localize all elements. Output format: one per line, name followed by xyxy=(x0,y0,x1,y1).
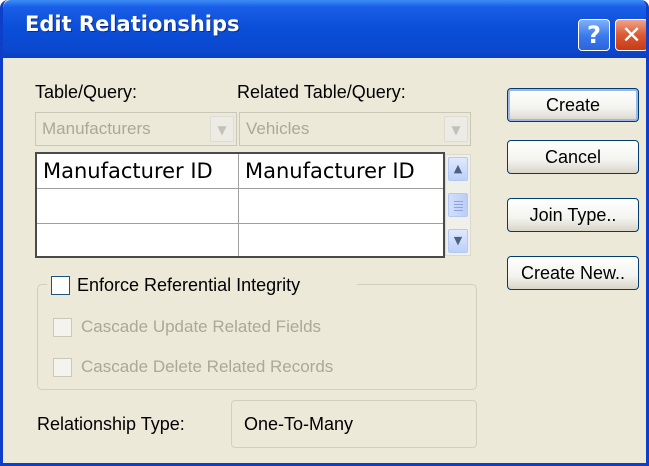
field-mapping-grid: Manufacturer ID Manufacturer ID xyxy=(35,152,445,258)
relationship-type-label: Relationship Type: xyxy=(37,414,185,434)
cascade-update-label: Cascade Update Related Fields xyxy=(81,317,322,336)
grid-cell[interactable] xyxy=(239,224,443,256)
create-new-button[interactable]: Create New.. xyxy=(507,256,639,290)
dialog-title: Edit Relationships xyxy=(25,12,240,36)
grid-cell[interactable]: Manufacturer ID xyxy=(37,154,239,189)
cascade-delete-label: Cascade Delete Related Records xyxy=(81,357,334,376)
help-icon: ? xyxy=(587,21,601,49)
scroll-down-button[interactable]: ▼ xyxy=(448,229,468,253)
related-table-query-combo[interactable]: Vehicles ▼ xyxy=(239,112,471,146)
grid-cell[interactable] xyxy=(37,224,239,256)
title-bar[interactable]: Edit Relationships ? ✕ xyxy=(3,0,646,58)
close-icon: ✕ xyxy=(621,21,642,49)
cascade-update-checkbox[interactable] xyxy=(53,318,72,337)
grid-cell[interactable] xyxy=(37,189,239,224)
relationship-type-box: One-To-Many xyxy=(231,400,477,448)
relationship-type-value: One-To-Many xyxy=(244,414,354,434)
join-type-button[interactable]: Join Type.. xyxy=(507,198,639,232)
cascade-delete-checkbox[interactable] xyxy=(53,358,72,377)
create-button[interactable]: Create xyxy=(507,88,639,122)
edit-relationships-dialog: Edit Relationships ? ✕ Table/Query: Rela… xyxy=(0,0,649,466)
chevron-down-icon[interactable]: ▼ xyxy=(444,116,468,142)
grid-scrollbar[interactable]: ▲ ▼ xyxy=(445,154,471,256)
cancel-button[interactable]: Cancel xyxy=(507,140,639,174)
enforce-integrity-checkbox[interactable] xyxy=(51,276,70,295)
scroll-up-button[interactable]: ▲ xyxy=(448,157,468,181)
enforce-integrity-label[interactable]: Enforce Referential Integrity xyxy=(77,275,300,296)
close-button[interactable]: ✕ xyxy=(615,19,646,51)
related-table-query-label: Related Table/Query: xyxy=(237,82,406,102)
table-query-value: Manufacturers xyxy=(42,119,151,138)
table-query-label: Table/Query: xyxy=(35,82,138,102)
chevron-up-icon: ▲ xyxy=(453,162,463,175)
related-table-query-value: Vehicles xyxy=(246,119,310,138)
scroll-thumb[interactable] xyxy=(448,193,468,217)
grid-cell[interactable] xyxy=(239,189,443,224)
chevron-down-icon[interactable]: ▼ xyxy=(210,116,234,142)
grid-cell[interactable]: Manufacturer ID xyxy=(239,154,443,189)
enforce-option[interactable]: Enforce Referential Integrity xyxy=(47,272,357,300)
table-query-combo[interactable]: Manufacturers ▼ xyxy=(35,112,237,146)
help-button[interactable]: ? xyxy=(578,19,610,51)
chevron-down-icon: ▼ xyxy=(453,234,463,247)
dialog-body: Table/Query: Related Table/Query: Manufa… xyxy=(3,58,646,463)
